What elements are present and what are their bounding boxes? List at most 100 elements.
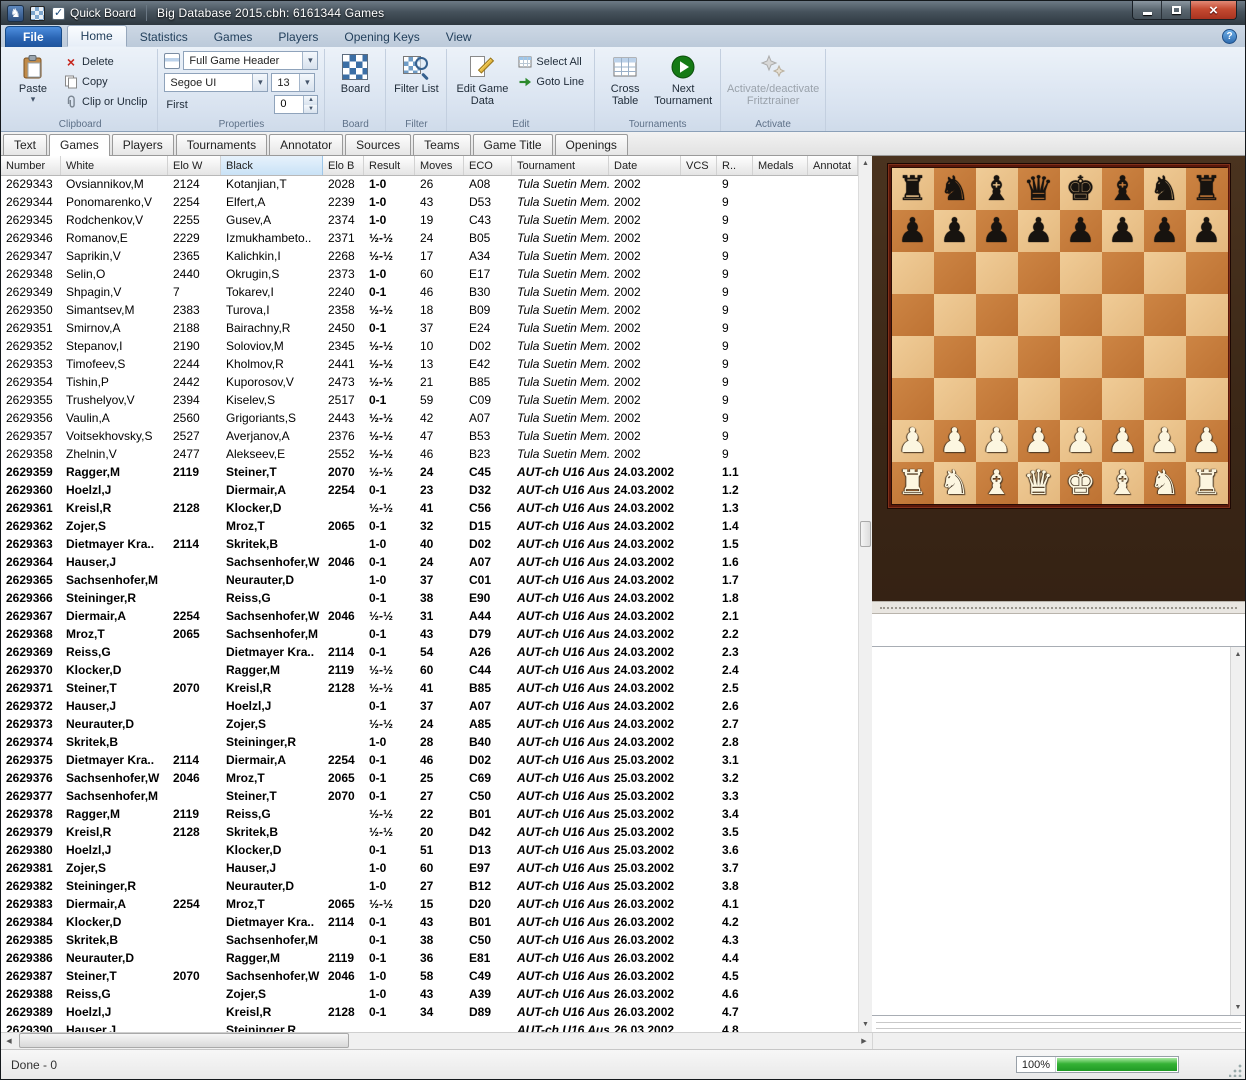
white-rook-piece[interactable]: ♜ [892, 462, 934, 504]
black-knight-piece[interactable]: ♞ [1144, 168, 1186, 210]
scroll-thumb[interactable] [19, 1033, 349, 1048]
board-square[interactable]: ♜ [892, 462, 934, 504]
board-square[interactable]: ♛ [1018, 168, 1060, 210]
view-tab-games[interactable]: Games [49, 134, 110, 156]
view-tab-annotator[interactable]: Annotator [269, 134, 343, 155]
board-square[interactable]: ♟ [1186, 420, 1228, 462]
table-row[interactable]: 2629353Timofeev,S2244Kholmov,R2441½-½13E… [1, 356, 858, 374]
white-pawn-piece[interactable]: ♟ [1186, 420, 1228, 462]
table-row[interactable]: 2629345Rodchenkov,V2255Gusev,A23741-019C… [1, 212, 858, 230]
table-row[interactable]: 2629350Simantsev,M2383Turova,I2358½-½18B… [1, 302, 858, 320]
notation-content[interactable] [872, 647, 1230, 1015]
white-pawn-piece[interactable]: ♟ [1060, 420, 1102, 462]
board-square[interactable] [1186, 252, 1228, 294]
column-header-result[interactable]: Result [364, 156, 415, 175]
table-row[interactable]: 2629390Hauser,JSteininger,RAUT-ch U16 Au… [1, 1022, 858, 1032]
column-header-eco[interactable]: ECO [464, 156, 512, 175]
table-row[interactable]: 2629373Neurauter,DZojer,S½-½24A85AUT-ch … [1, 716, 858, 734]
board-square[interactable]: ♞ [934, 462, 976, 504]
table-row[interactable]: 2629378Ragger,M2119Reiss,G½-½22B01AUT-ch… [1, 806, 858, 824]
table-row[interactable]: 2629368Mroz,T2065Sachsenhofer,M0-143D79A… [1, 626, 858, 644]
ribbon-tab-players[interactable]: Players [265, 27, 331, 47]
table-row[interactable]: 2629370Klocker,DRagger,M2119½-½60C44AUT-… [1, 662, 858, 680]
white-rook-piece[interactable]: ♜ [1186, 462, 1228, 504]
board-square[interactable] [1144, 294, 1186, 336]
table-row[interactable]: 2629363Dietmayer Kra..2114Skritek,B1-040… [1, 536, 858, 554]
table-row[interactable]: 2629357Voitsekhovsky,S2527Averjanov,A237… [1, 428, 858, 446]
column-header-annotat[interactable]: Annotat [808, 156, 858, 175]
copy-button[interactable]: Copy [60, 73, 151, 91]
board-square[interactable]: ♝ [1102, 462, 1144, 504]
board-square[interactable] [1186, 336, 1228, 378]
board-square[interactable]: ♝ [976, 462, 1018, 504]
notation-scrollbar[interactable] [1230, 647, 1245, 1015]
black-pawn-piece[interactable]: ♟ [934, 210, 976, 252]
white-king-piece[interactable]: ♚ [1060, 462, 1102, 504]
table-row[interactable]: 2629383Diermair,A2254Mroz,T2065½-½15D20A… [1, 896, 858, 914]
view-tab-sources[interactable]: Sources [345, 134, 411, 155]
board-square[interactable] [1144, 336, 1186, 378]
board-square[interactable] [892, 378, 934, 420]
board-square[interactable]: ♟ [1018, 420, 1060, 462]
view-tab-teams[interactable]: Teams [413, 134, 470, 155]
column-header-black[interactable]: Black [221, 156, 323, 175]
chevron-down-icon[interactable] [302, 52, 317, 69]
white-pawn-piece[interactable]: ♟ [976, 420, 1018, 462]
chevron-down-icon[interactable] [299, 74, 314, 91]
board-square[interactable] [1018, 252, 1060, 294]
resize-grip[interactable] [1229, 1063, 1243, 1077]
white-bishop-piece[interactable]: ♝ [976, 462, 1018, 504]
select-all-button[interactable]: Select All [514, 53, 588, 71]
board-square[interactable]: ♟ [934, 210, 976, 252]
table-row[interactable]: 2629369Reiss,GDietmayer Kra..21140-154A2… [1, 644, 858, 662]
table-row[interactable]: 2629360Hoelzl,JDiermair,A22540-123D32AUT… [1, 482, 858, 500]
board-square[interactable]: ♟ [976, 210, 1018, 252]
table-row[interactable]: 2629355Trushelyov,V2394Kiselev,S25170-15… [1, 392, 858, 410]
fritztrainer-button[interactable]: Activate/deactivate Fritztrainer [727, 51, 819, 117]
board-square[interactable] [1102, 378, 1144, 420]
view-tab-openings[interactable]: Openings [555, 134, 628, 155]
board-square[interactable] [976, 336, 1018, 378]
table-row[interactable]: 2629387Steiner,T2070Sachsenhofer,W20461-… [1, 968, 858, 986]
table-row[interactable]: 2629351Smirnov,A2188Bairachny,R24500-137… [1, 320, 858, 338]
scroll-thumb[interactable] [860, 521, 871, 547]
board-square[interactable] [1018, 378, 1060, 420]
white-queen-piece[interactable]: ♛ [1018, 462, 1060, 504]
table-row[interactable]: 2629343Ovsiannikov,M2124Kotanjian,T20281… [1, 176, 858, 194]
black-bishop-piece[interactable]: ♝ [976, 168, 1018, 210]
board-square[interactable]: ♝ [976, 168, 1018, 210]
table-row[interactable]: 2629359Ragger,M2119Steiner,T2070½-½24C45… [1, 464, 858, 482]
table-row[interactable]: 2629372Hauser,JHoelzl,J0-137A07AUT-ch U1… [1, 698, 858, 716]
column-header-medals[interactable]: Medals [753, 156, 808, 175]
table-row[interactable]: 2629361Kreisl,R2128Klocker,D½-½41C56AUT-… [1, 500, 858, 518]
spinner-arrows[interactable]: ▲▼ [303, 96, 317, 113]
board-square[interactable]: ♚ [1060, 462, 1102, 504]
panel-splitter[interactable] [872, 601, 1245, 614]
column-header-white[interactable]: White [61, 156, 168, 175]
board-square[interactable] [1102, 252, 1144, 294]
ribbon-tab-statistics[interactable]: Statistics [127, 27, 201, 47]
board-square[interactable] [1102, 336, 1144, 378]
board-button[interactable]: Board [331, 51, 379, 117]
view-tab-text[interactable]: Text [3, 134, 47, 155]
view-tab-game-title[interactable]: Game Title [473, 134, 553, 155]
table-row[interactable]: 2629388Reiss,GZojer,S1-043A39AUT-ch U16 … [1, 986, 858, 1004]
view-tab-tournaments[interactable]: Tournaments [176, 134, 267, 155]
board-square[interactable]: ♜ [1186, 168, 1228, 210]
table-row[interactable]: 2629356Vaulin,A2560Grigoriants,S2443½-½4… [1, 410, 858, 428]
black-rook-piece[interactable]: ♜ [1186, 168, 1228, 210]
goto-line-button[interactable]: Goto Line [514, 73, 588, 91]
board-square[interactable] [892, 336, 934, 378]
font-combo[interactable]: Segoe UI [164, 73, 268, 92]
table-row[interactable]: 2629349Shpagin,V7Tokarev,I22400-146B30Tu… [1, 284, 858, 302]
next-tournament-button[interactable]: Next Tournament [652, 51, 714, 117]
black-queen-piece[interactable]: ♛ [1018, 168, 1060, 210]
table-row[interactable]: 2629352Stepanov,I2190Soloviov,M2345½-½10… [1, 338, 858, 356]
font-size-combo[interactable]: 13 [271, 73, 315, 92]
board-square[interactable] [1060, 336, 1102, 378]
board-square[interactable]: ♟ [976, 420, 1018, 462]
ribbon-tab-view[interactable]: View [433, 27, 485, 47]
table-row[interactable]: 2629362Zojer,SMroz,T20650-132D15AUT-ch U… [1, 518, 858, 536]
ribbon-tab-games[interactable]: Games [201, 27, 266, 47]
table-row[interactable]: 2629374Skritek,BSteininger,R1-028B40AUT-… [1, 734, 858, 752]
